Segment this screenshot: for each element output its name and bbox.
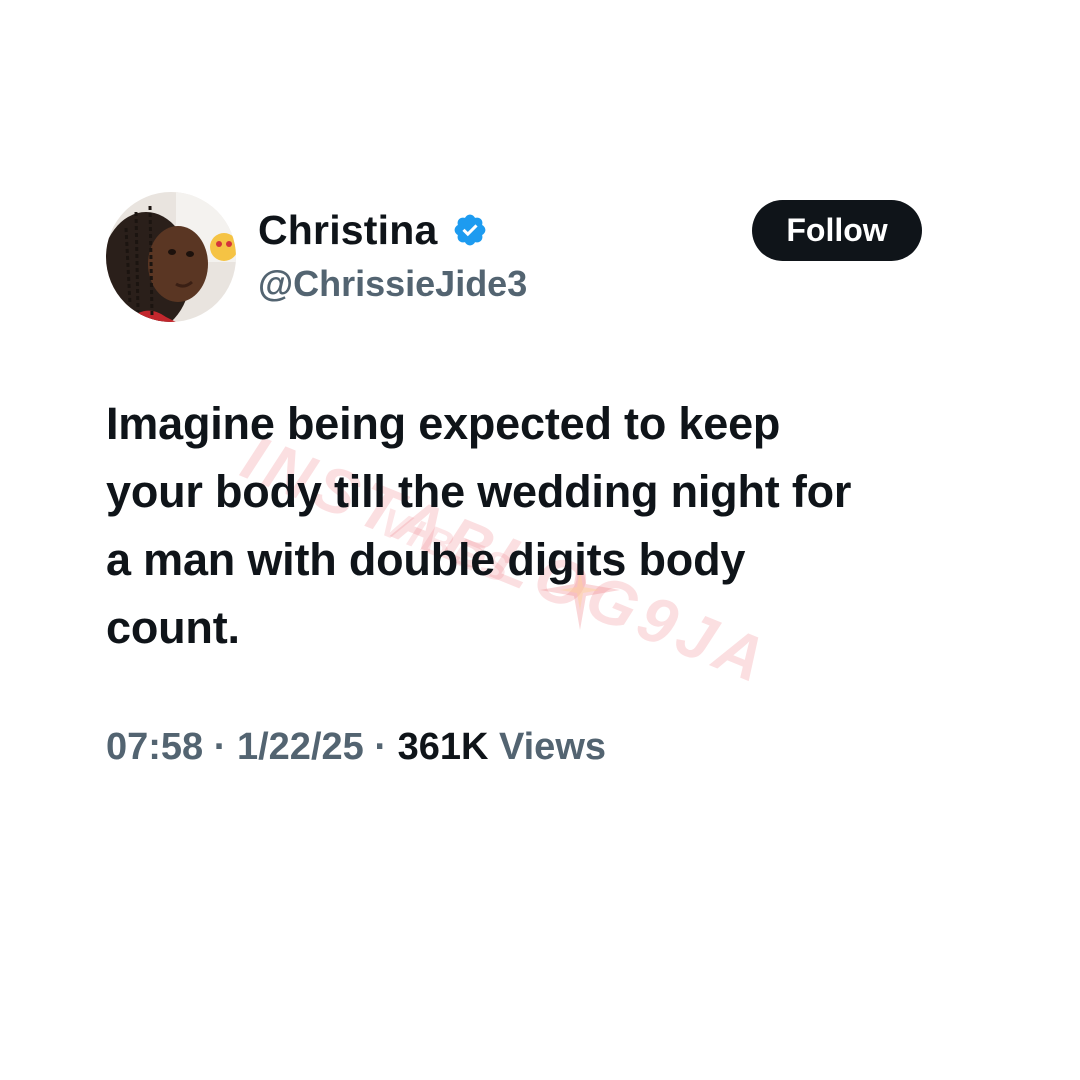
tweet-text-line: count. — [106, 602, 240, 653]
views-label: Views — [498, 726, 607, 768]
meta-separator: · — [374, 726, 387, 768]
profile-photo — [106, 192, 236, 322]
display-name[interactable]: Christina — [258, 206, 488, 254]
avatar[interactable] — [106, 192, 236, 322]
follow-button[interactable]: Follow — [752, 200, 922, 261]
tweet-meta: 07:58 · 1/22/25 · 361K Views — [106, 722, 606, 772]
tweet-text-line: your body till the wedding night for — [106, 466, 852, 517]
tweet-text-line: Imagine being expected to keep — [106, 398, 781, 449]
display-name-text: Christina — [258, 207, 438, 253]
tweet-text: Imagine being expected to keep your body… — [106, 390, 986, 662]
tweet-text-line: a man with double digits body — [106, 534, 746, 585]
tweet-date[interactable]: 1/22/25 — [237, 726, 364, 768]
user-handle[interactable]: @ChrissieJide3 — [258, 262, 527, 306]
tweet-time[interactable]: 07:58 — [106, 726, 203, 768]
verified-badge-icon — [454, 214, 485, 246]
views-count: 361K — [397, 726, 489, 768]
meta-separator: · — [213, 726, 227, 768]
